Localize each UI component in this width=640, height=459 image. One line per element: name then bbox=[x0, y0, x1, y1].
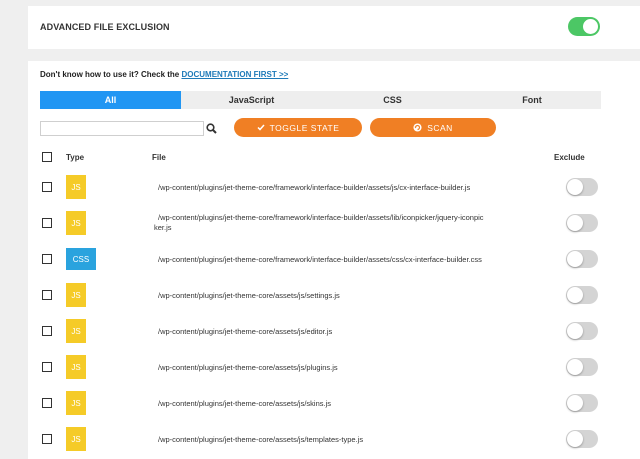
row-checkbox[interactable] bbox=[42, 362, 52, 372]
file-type-badge: JS bbox=[66, 355, 86, 379]
tab-font[interactable]: Font bbox=[463, 91, 601, 109]
refresh-icon bbox=[413, 123, 422, 132]
toggle-knob bbox=[567, 323, 583, 339]
column-file: File bbox=[152, 153, 166, 162]
table-row: JS /wp-content/plugins/jet-theme-core/as… bbox=[28, 421, 640, 457]
toggle-knob bbox=[567, 215, 583, 231]
row-checkbox[interactable] bbox=[42, 398, 52, 408]
tab-all[interactable]: All bbox=[40, 91, 181, 109]
exclude-toggle[interactable] bbox=[566, 394, 598, 412]
table-row: JS /wp-content/plugins/jet-theme-core/as… bbox=[28, 385, 640, 421]
toggle-knob bbox=[567, 251, 583, 267]
file-path: /wp-content/plugins/jet-theme-core/frame… bbox=[158, 183, 471, 192]
header-card: ADVANCED FILE EXCLUSION bbox=[28, 6, 640, 49]
toggle-knob bbox=[567, 431, 583, 447]
file-path: /wp-content/plugins/jet-theme-core/asset… bbox=[158, 291, 340, 300]
advanced-exclusion-toggle[interactable] bbox=[568, 17, 600, 36]
row-checkbox[interactable] bbox=[42, 434, 52, 444]
file-path: /wp-content/plugins/jet-theme-core/frame… bbox=[158, 255, 482, 264]
file-path-line: /wp-content/plugins/jet-theme-core/frame… bbox=[158, 213, 484, 222]
file-type-badge: JS bbox=[66, 175, 86, 199]
file-path: /wp-content/plugins/jet-theme-core/asset… bbox=[158, 363, 338, 372]
toggle-knob bbox=[583, 19, 598, 34]
row-checkbox[interactable] bbox=[42, 290, 52, 300]
doc-prefix: Don't know how to use it? Check the bbox=[40, 70, 182, 79]
table-row: JS /wp-content/plugins/jet-theme-core/as… bbox=[28, 313, 640, 349]
table-row: JS /wp-content/plugins/jet-theme-core/fr… bbox=[28, 205, 640, 241]
file-path-line: ker.js bbox=[154, 223, 172, 232]
row-checkbox[interactable] bbox=[42, 218, 52, 228]
scan-label: SCAN bbox=[427, 122, 453, 133]
header-title: ADVANCED FILE EXCLUSION bbox=[40, 22, 170, 32]
doc-line: Don't know how to use it? Check the DOCU… bbox=[40, 70, 288, 79]
exclude-toggle[interactable] bbox=[566, 358, 598, 376]
toggle-knob bbox=[567, 395, 583, 411]
table-row: JS /wp-content/plugins/jet-theme-core/as… bbox=[28, 349, 640, 385]
table-row: JS /wp-content/plugins/jet-theme-core/fr… bbox=[28, 169, 640, 205]
file-path: /wp-content/plugins/jet-theme-core/asset… bbox=[158, 327, 333, 336]
toggle-knob bbox=[567, 359, 583, 375]
documentation-link[interactable]: DOCUMENTATION FIRST >> bbox=[181, 70, 288, 79]
exclude-toggle[interactable] bbox=[566, 178, 598, 196]
main-card: Don't know how to use it? Check the DOCU… bbox=[28, 61, 640, 459]
file-path: /wp-content/plugins/jet-theme-core/frame… bbox=[154, 213, 574, 233]
tab-javascript[interactable]: JavaScript bbox=[181, 91, 322, 109]
toggle-state-label: TOGGLE STATE bbox=[269, 122, 340, 133]
row-checkbox[interactable] bbox=[42, 254, 52, 264]
toggle-knob bbox=[567, 287, 583, 303]
table-row: CSS /wp-content/plugins/jet-theme-core/f… bbox=[28, 241, 640, 277]
search-button[interactable] bbox=[204, 121, 219, 136]
toggle-state-button[interactable]: TOGGLE STATE bbox=[234, 118, 362, 137]
row-checkbox[interactable] bbox=[42, 326, 52, 336]
exclude-toggle[interactable] bbox=[566, 322, 598, 340]
scan-button[interactable]: SCAN bbox=[370, 118, 496, 137]
exclude-toggle[interactable] bbox=[566, 214, 598, 232]
search-icon bbox=[206, 123, 217, 134]
exclude-toggle[interactable] bbox=[566, 250, 598, 268]
select-all-checkbox[interactable] bbox=[42, 152, 52, 162]
column-type: Type bbox=[66, 153, 85, 162]
search-input[interactable] bbox=[40, 121, 204, 136]
column-exclude: Exclude bbox=[554, 153, 585, 162]
file-type-badge: JS bbox=[66, 427, 86, 451]
file-path: /wp-content/plugins/jet-theme-core/asset… bbox=[158, 435, 364, 444]
row-checkbox[interactable] bbox=[42, 182, 52, 192]
filter-tabs: All JavaScript CSS Font bbox=[40, 91, 601, 109]
file-type-badge: JS bbox=[66, 283, 86, 307]
file-type-badge: CSS bbox=[66, 248, 96, 270]
file-type-badge: JS bbox=[66, 319, 86, 343]
tab-css[interactable]: CSS bbox=[322, 91, 463, 109]
exclude-toggle[interactable] bbox=[566, 286, 598, 304]
table-row: JS /wp-content/plugins/jet-theme-core/as… bbox=[28, 277, 640, 313]
toggle-knob bbox=[567, 179, 583, 195]
file-path: /wp-content/plugins/jet-theme-core/asset… bbox=[158, 399, 331, 408]
file-type-badge: JS bbox=[66, 211, 86, 235]
exclude-toggle[interactable] bbox=[566, 430, 598, 448]
check-icon bbox=[257, 124, 265, 131]
file-type-badge: JS bbox=[66, 391, 86, 415]
